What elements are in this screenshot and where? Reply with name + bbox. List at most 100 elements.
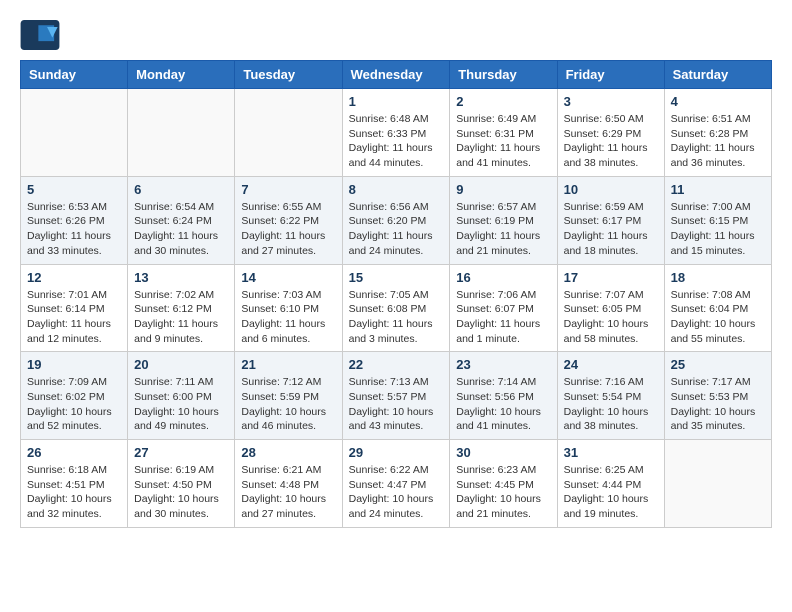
day-number: 8 [349,182,444,197]
day-number: 18 [671,270,765,285]
day-info: Sunrise: 6:25 AMSunset: 4:44 PMDaylight:… [564,463,658,522]
weekday-header-saturday: Saturday [664,61,771,89]
day-number: 2 [456,94,550,109]
day-number: 1 [349,94,444,109]
calendar-cell: 14 Sunrise: 7:03 AMSunset: 6:10 PMDayligh… [235,264,342,352]
calendar-cell [664,440,771,528]
day-info: Sunrise: 6:48 AMSunset: 6:33 PMDaylight:… [349,112,444,171]
day-info: Sunrise: 6:18 AMSunset: 4:51 PMDaylight:… [27,463,121,522]
day-number: 27 [134,445,228,460]
weekday-header-monday: Monday [128,61,235,89]
day-info: Sunrise: 7:03 AMSunset: 6:10 PMDaylight:… [241,288,335,347]
day-info: Sunrise: 6:55 AMSunset: 6:22 PMDaylight:… [241,200,335,259]
day-number: 19 [27,357,121,372]
calendar-cell: 27 Sunrise: 6:19 AMSunset: 4:50 PMDayligh… [128,440,235,528]
calendar-cell: 31 Sunrise: 6:25 AMSunset: 4:44 PMDayligh… [557,440,664,528]
day-info: Sunrise: 7:02 AMSunset: 6:12 PMDaylight:… [134,288,228,347]
day-info: Sunrise: 7:06 AMSunset: 6:07 PMDaylight:… [456,288,550,347]
weekday-header-thursday: Thursday [450,61,557,89]
day-info: Sunrise: 7:14 AMSunset: 5:56 PMDaylight:… [456,375,550,434]
calendar-cell: 3 Sunrise: 6:50 AMSunset: 6:29 PMDaylight… [557,89,664,177]
day-number: 10 [564,182,658,197]
day-info: Sunrise: 6:56 AMSunset: 6:20 PMDaylight:… [349,200,444,259]
day-info: Sunrise: 7:00 AMSunset: 6:15 PMDaylight:… [671,200,765,259]
weekday-header-friday: Friday [557,61,664,89]
day-info: Sunrise: 7:01 AMSunset: 6:14 PMDaylight:… [27,288,121,347]
day-number: 5 [27,182,121,197]
day-number: 11 [671,182,765,197]
day-info: Sunrise: 6:49 AMSunset: 6:31 PMDaylight:… [456,112,550,171]
day-info: Sunrise: 7:12 AMSunset: 5:59 PMDaylight:… [241,375,335,434]
day-number: 29 [349,445,444,460]
calendar-cell: 20 Sunrise: 7:11 AMSunset: 6:00 PMDayligh… [128,352,235,440]
day-number: 6 [134,182,228,197]
day-info: Sunrise: 7:08 AMSunset: 6:04 PMDaylight:… [671,288,765,347]
calendar-cell: 28Sunrise: 6:21 AMSunset: 4:48 PMDayligh… [235,440,342,528]
day-number: 7 [241,182,335,197]
day-info: Sunrise: 6:50 AMSunset: 6:29 PMDaylight:… [564,112,658,171]
day-number: 30 [456,445,550,460]
logo [20,20,64,50]
calendar-cell: 6 Sunrise: 6:54 AMSunset: 6:24 PMDaylight… [128,176,235,264]
day-info: Sunrise: 6:23 AMSunset: 4:45 PMDaylight:… [456,463,550,522]
day-info: Sunrise: 7:05 AMSunset: 6:08 PMDaylight:… [349,288,444,347]
calendar-cell: 12 Sunrise: 7:01 AMSunset: 6:14 PMDayligh… [21,264,128,352]
day-info: Sunrise: 7:13 AMSunset: 5:57 PMDaylight:… [349,375,444,434]
day-number: 20 [134,357,228,372]
weekday-header-tuesday: Tuesday [235,61,342,89]
day-info: Sunrise: 6:19 AMSunset: 4:50 PMDaylight:… [134,463,228,522]
calendar-cell: 4 Sunrise: 6:51 AMSunset: 6:28 PMDaylight… [664,89,771,177]
calendar-cell: 25 Sunrise: 7:17 AMSunset: 5:53 PMDayligh… [664,352,771,440]
calendar-cell: 24 Sunrise: 7:16 AMSunset: 5:54 PMDayligh… [557,352,664,440]
calendar-cell: 17 Sunrise: 7:07 AMSunset: 6:05 PMDayligh… [557,264,664,352]
calendar-cell: 26 Sunrise: 6:18 AMSunset: 4:51 PMDayligh… [21,440,128,528]
weekday-header-wednesday: Wednesday [342,61,450,89]
calendar-cell: 10 Sunrise: 6:59 AMSunset: 6:17 PMDayligh… [557,176,664,264]
day-number: 31 [564,445,658,460]
page-header [20,20,772,50]
day-number: 3 [564,94,658,109]
day-info: Sunrise: 6:22 AMSunset: 4:47 PMDaylight:… [349,463,444,522]
calendar-cell: 5 Sunrise: 6:53 AMSunset: 6:26 PMDaylight… [21,176,128,264]
day-info: Sunrise: 6:53 AMSunset: 6:26 PMDaylight:… [27,200,121,259]
calendar-week-row: 1 Sunrise: 6:48 AMSunset: 6:33 PMDaylight… [21,89,772,177]
calendar-cell: 1 Sunrise: 6:48 AMSunset: 6:33 PMDaylight… [342,89,450,177]
day-number: 15 [349,270,444,285]
day-number: 13 [134,270,228,285]
day-number: 12 [27,270,121,285]
day-info: Sunrise: 7:17 AMSunset: 5:53 PMDaylight:… [671,375,765,434]
day-info: Sunrise: 6:54 AMSunset: 6:24 PMDaylight:… [134,200,228,259]
day-number: 4 [671,94,765,109]
calendar-cell: 30 Sunrise: 6:23 AMSunset: 4:45 PMDayligh… [450,440,557,528]
calendar-cell: 7 Sunrise: 6:55 AMSunset: 6:22 PMDaylight… [235,176,342,264]
day-number: 14 [241,270,335,285]
calendar-cell [235,89,342,177]
day-info: Sunrise: 7:11 AMSunset: 6:00 PMDaylight:… [134,375,228,434]
calendar-cell [21,89,128,177]
day-number: 9 [456,182,550,197]
calendar-week-row: 19Sunrise: 7:09 AMSunset: 6:02 PMDayligh… [21,352,772,440]
day-number: 17 [564,270,658,285]
day-number: 25 [671,357,765,372]
day-info: Sunrise: 7:07 AMSunset: 6:05 PMDaylight:… [564,288,658,347]
calendar-week-row: 26 Sunrise: 6:18 AMSunset: 4:51 PMDayligh… [21,440,772,528]
calendar-header-row: SundayMondayTuesdayWednesdayThursdayFrid… [21,61,772,89]
logo-icon [20,20,60,50]
day-info: Sunrise: 6:51 AMSunset: 6:28 PMDaylight:… [671,112,765,171]
calendar-cell: 19Sunrise: 7:09 AMSunset: 6:02 PMDayligh… [21,352,128,440]
calendar-table: SundayMondayTuesdayWednesdayThursdayFrid… [20,60,772,528]
day-info: Sunrise: 7:16 AMSunset: 5:54 PMDaylight:… [564,375,658,434]
calendar-cell: 16 Sunrise: 7:06 AMSunset: 6:07 PMDayligh… [450,264,557,352]
calendar-cell: 13 Sunrise: 7:02 AMSunset: 6:12 PMDayligh… [128,264,235,352]
day-number: 24 [564,357,658,372]
calendar-cell: 15 Sunrise: 7:05 AMSunset: 6:08 PMDayligh… [342,264,450,352]
day-info: Sunrise: 6:59 AMSunset: 6:17 PMDaylight:… [564,200,658,259]
day-number: 22 [349,357,444,372]
calendar-cell: 2 Sunrise: 6:49 AMSunset: 6:31 PMDaylight… [450,89,557,177]
calendar-cell: 9Sunrise: 6:57 AMSunset: 6:19 PMDaylight… [450,176,557,264]
day-number: 16 [456,270,550,285]
calendar-cell: 18 Sunrise: 7:08 AMSunset: 6:04 PMDayligh… [664,264,771,352]
calendar-cell: 23Sunrise: 7:14 AMSunset: 5:56 PMDayligh… [450,352,557,440]
calendar-cell [128,89,235,177]
day-number: 26 [27,445,121,460]
